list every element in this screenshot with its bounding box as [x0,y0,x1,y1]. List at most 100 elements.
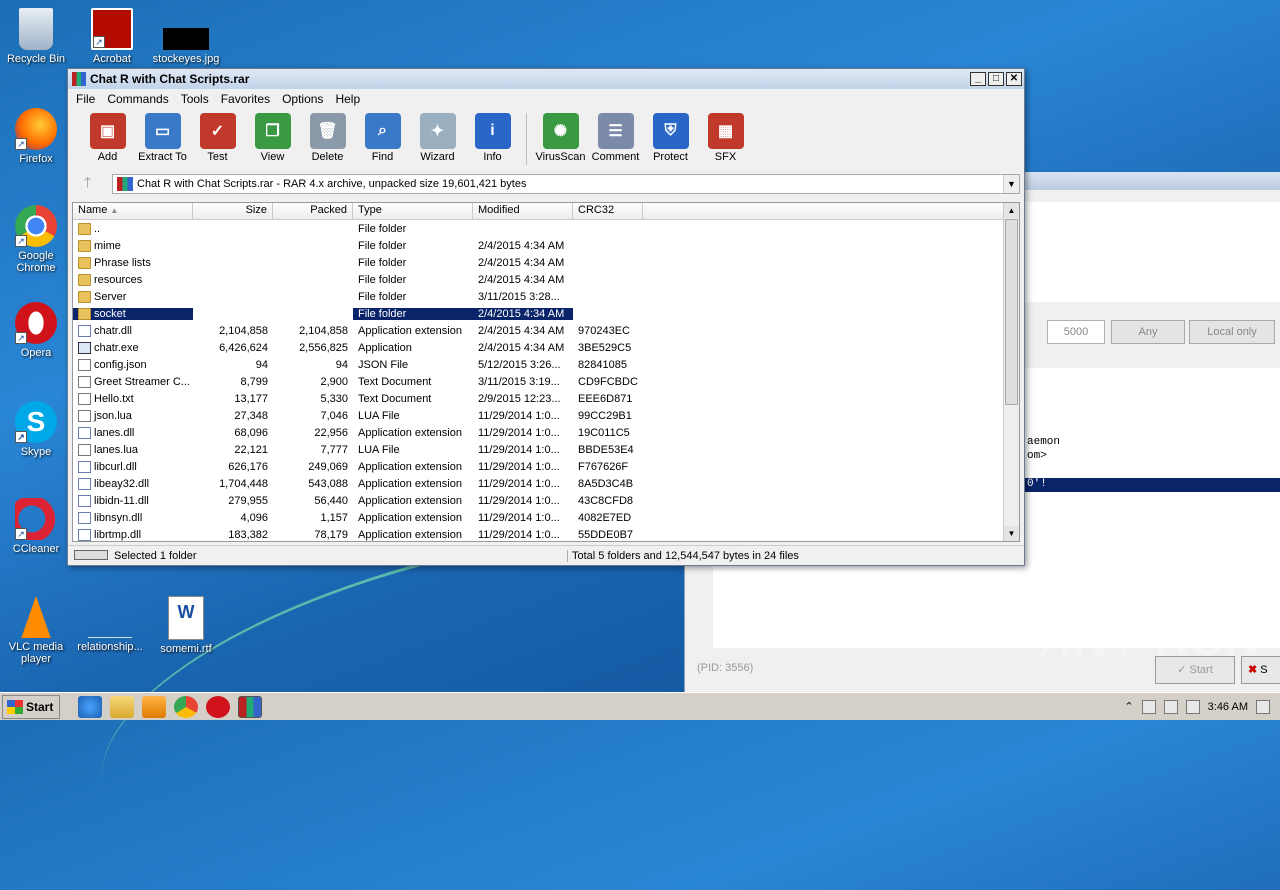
table-row[interactable]: json.lua 27,348 7,046 LUA File 11/29/2014 1:… [73,407,1019,424]
table-row[interactable]: socket File folder 2/4/2015 4:34 AM [73,305,1019,322]
cell-modified: 2/4/2015 4:34 AM [478,239,565,252]
media-player-icon[interactable] [142,695,167,718]
vlc-cone-icon [21,596,51,638]
title-bar[interactable]: Chat R with Chat Scripts.rar _ □ ✕ [68,69,1024,89]
table-row[interactable]: chatr.dll 2,104,858 2,104,858 Application e… [73,322,1019,339]
desktop-icon-vlc[interactable]: VLC media player [1,596,71,665]
archive-path-field[interactable]: Chat R with Chat Scripts.rar - RAR 4.x a… [112,174,1020,194]
toolbar-button-delete[interactable]: 🗑 Delete [300,113,355,163]
minimize-button[interactable]: _ [970,72,986,86]
scroll-down-icon[interactable]: ▼ [1004,526,1019,541]
cell-crc: F767626F [578,460,629,473]
clock[interactable]: 3:46 AM [1208,701,1248,713]
table-row[interactable]: libcurl.dll 626,176 249,069 Application ext… [73,458,1019,475]
toolbar-button-extract-to[interactable]: ▭ Extract To [135,113,190,163]
table-row[interactable]: libnsyn.dll 4,096 1,157 Application extensi… [73,509,1019,526]
desktop-icon-firefox[interactable]: ↗ Firefox [1,108,71,165]
desktop-icon-label: relationship... [77,641,143,653]
cell-crc: 4082E7ED [578,511,632,524]
toolbar-button-sfx[interactable]: ▦ SFX [698,113,753,163]
toolbar-button-view[interactable]: ❐ View [245,113,300,163]
toolbar-button-find[interactable]: ⌕ Find [355,113,410,163]
menu-help[interactable]: Help [329,92,366,106]
opera-taskbar-icon[interactable] [206,695,231,718]
toolbar-button-label: Comment [591,151,640,163]
column-header-type[interactable]: Type [353,203,473,219]
toolbar-button-label: Info [483,151,502,163]
close-button[interactable]: ✕ [1006,72,1022,86]
cell-modified: 2/4/2015 4:34 AM [478,324,565,337]
maximize-button[interactable]: □ [988,72,1004,86]
explorer-folder-icon[interactable] [110,695,135,718]
table-row[interactable]: lanes.lua 22,121 7,777 LUA File 11/29/2014 1… [73,441,1019,458]
menu-file[interactable]: File [70,92,101,106]
table-row[interactable]: chatr.exe 6,426,624 2,556,825 Application 2/… [73,339,1019,356]
table-row[interactable]: resources File folder 2/4/2015 4:34 AM [73,271,1019,288]
column-header-size[interactable]: Size [193,203,273,219]
cell-modified: 11/29/2014 1:0... [478,511,560,524]
toolbar-button-protect[interactable]: ⛨ Protect [643,113,698,163]
table-row[interactable]: libeay32.dll 1,704,448 543,088 Application … [73,475,1019,492]
desktop-icon-opera[interactable]: ↗ Opera [1,302,71,359]
menu-commands[interactable]: Commands [101,92,174,106]
any-button[interactable]: Any [1111,320,1185,344]
cell-name: chatr.exe [73,341,193,354]
menu-tools[interactable]: Tools [175,92,215,106]
cell-modified: 11/29/2014 1:0... [478,426,560,439]
toolbar-button-add[interactable]: ▣ Add [80,113,135,163]
desktop-icon-relationship[interactable]: relationship... [75,596,145,653]
desktop-icon-skype[interactable]: S ↗ Skype [1,401,71,458]
start-menu-button[interactable]: Start [2,694,61,719]
desktop-icon-stockeyes[interactable]: stockeyes.jpg [151,8,221,65]
network-icon[interactable] [1163,699,1178,714]
scroll-thumb[interactable] [1005,219,1018,405]
menu-favorites[interactable]: Favorites [215,92,276,106]
desktop-icon-ccleaner[interactable]: ↗ CCleaner [1,498,71,555]
dll-file-icon [78,528,91,541]
table-row[interactable]: librtmp.dll 183,382 78,179 Application exte… [73,526,1019,541]
tray-expand-icon[interactable]: ⌃ [1124,700,1133,713]
toolbar-button-info[interactable]: i Info [465,113,520,163]
table-row[interactable]: config.json 94 94 JSON File 5/12/2015 3:26..… [73,356,1019,373]
table-row[interactable]: Greet Streamer C... 8,799 2,900 Text Docume… [73,373,1019,390]
column-header-name[interactable]: Name ▲ [73,203,193,219]
table-row[interactable]: lanes.dll 68,096 22,956 Application extensi… [73,424,1019,441]
column-header-modified[interactable]: Modified [473,203,573,219]
desktop-icon-acrobat[interactable]: ↗ Acrobat [77,8,147,65]
column-header-crc[interactable]: CRC32 [573,203,643,219]
table-row[interactable]: Server File folder 3/11/2015 3:28... [73,288,1019,305]
chevron-down-icon[interactable]: ▼ [1003,175,1019,193]
chrome-taskbar-icon[interactable] [174,695,199,718]
column-header-packed[interactable]: Packed [273,203,353,219]
cell-modified: 2/9/2015 12:23... [478,392,561,405]
toolbar-button-comment[interactable]: ☰ Comment [588,113,643,163]
vertical-scrollbar[interactable]: ▲ ▼ [1003,203,1019,541]
table-row[interactable]: Hello.txt 13,177 5,330 Text Document 2/9/201… [73,390,1019,407]
ie-icon[interactable] [78,695,103,718]
flag-icon[interactable] [1141,699,1156,714]
desktop-icon-chrome[interactable]: ↗ Google Chrome [1,205,71,274]
desktop-icon-somemi[interactable]: W somemi.rtf [151,596,221,655]
port-field[interactable]: 5000 [1047,320,1105,344]
table-row[interactable]: .. File folder [73,220,1019,237]
volume-icon[interactable] [1185,699,1200,714]
taskbar: Start ⌃ 3:46 AM [0,692,1280,720]
up-arrow-icon[interactable]: 🡑 [72,172,112,196]
ccleaner-icon: ↗ [15,498,57,540]
table-row[interactable]: Phrase lists File folder 2/4/2015 4:34 AM [73,254,1019,271]
menu-options[interactable]: Options [276,92,329,106]
toolbar-button-virusscan[interactable]: ✺ VirusScan [533,113,588,163]
file-name: config.json [94,358,147,371]
local-only-button[interactable]: Local only [1189,320,1275,344]
show-desktop-icon[interactable] [1256,699,1270,714]
winrar-taskbar-icon[interactable] [238,695,263,718]
cell-type: Application extension [358,528,462,541]
desktop-icon-recycle-bin[interactable]: Recycle Bin [1,8,71,65]
toolbar-button-wizard[interactable]: ✦ Wizard [410,113,465,163]
toolbar-button-test[interactable]: ✓ Test [190,113,245,163]
desktop-icon-label: Opera [20,347,52,359]
status-total: Total 5 folders and 12,544,547 bytes in … [572,549,799,562]
table-row[interactable]: mime File folder 2/4/2015 4:34 AM [73,237,1019,254]
table-row[interactable]: libidn-11.dll 279,955 56,440 Application ex… [73,492,1019,509]
scroll-up-icon[interactable]: ▲ [1004,203,1019,218]
